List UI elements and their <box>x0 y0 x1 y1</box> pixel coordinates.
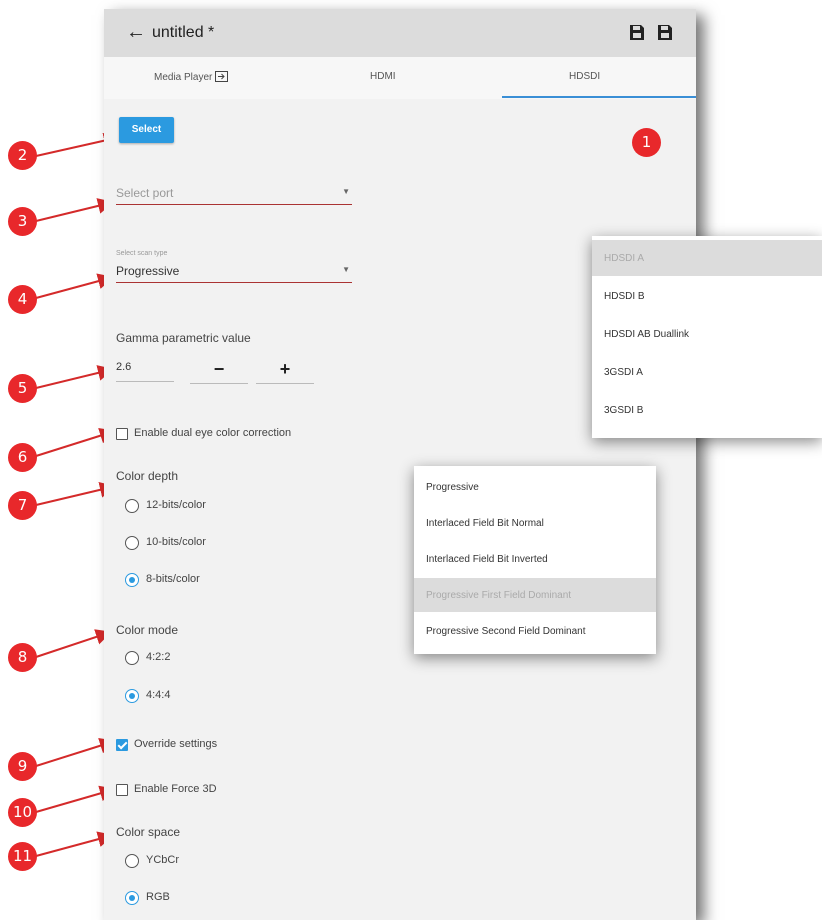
tab-media-player-label: Media Player <box>154 72 213 83</box>
callout-4: 4 <box>8 285 37 314</box>
radio-ycbcr[interactable] <box>125 854 139 868</box>
callout-1: 1 <box>632 128 661 157</box>
scan-type-dropdown: Progressive Interlaced Field Bit Normal … <box>414 466 656 654</box>
scan-type-label: Select scan type <box>116 250 168 257</box>
scan-option-progressive[interactable]: Progressive <box>414 470 656 504</box>
port-option-hdsdi-b[interactable]: HDSDI B <box>592 278 822 314</box>
callout-7: 7 <box>8 491 37 520</box>
callout-10: 10 <box>8 798 37 827</box>
open-external-icon <box>215 71 229 82</box>
radio-444[interactable] <box>125 689 139 703</box>
back-arrow-icon[interactable]: ← <box>126 21 146 44</box>
dual-eye-label: Enable dual eye color correction <box>134 427 292 439</box>
color-space-label: Color space <box>116 825 181 839</box>
settings-panel: ← untitled * Media Player HDMI HDSDI Sel… <box>104 9 696 920</box>
scan-type-value: Progressive <box>116 264 180 278</box>
radio-8-bits[interactable] <box>125 573 139 587</box>
scan-option-interlaced-normal[interactable]: Interlaced Field Bit Normal <box>414 506 656 540</box>
color-mode-label: Color mode <box>116 623 179 637</box>
dual-eye-checkbox[interactable] <box>116 428 128 440</box>
port-option-hdsdi-ab-duallink[interactable]: HDSDI AB Duallink <box>592 316 822 352</box>
document-title: untitled * <box>152 24 215 41</box>
scan-type-select[interactable]: Progressive ▼ <box>116 262 352 283</box>
radio-422[interactable] <box>125 651 139 665</box>
tab-hdsdi[interactable]: HDSDI <box>569 71 600 82</box>
callout-9: 9 <box>8 752 37 781</box>
increment-button[interactable]: + <box>256 359 314 384</box>
radio-8-bits-label: 8-bits/color <box>146 573 200 585</box>
port-dropdown: HDSDI A HDSDI B HDSDI AB Duallink 3GSDI … <box>592 236 822 438</box>
radio-rgb-label: RGB <box>146 891 170 903</box>
port-select[interactable]: Select port ▼ <box>116 184 352 205</box>
active-tab-indicator <box>502 96 696 98</box>
header-bar: ← untitled * <box>104 9 696 57</box>
radio-12-bits[interactable] <box>125 499 139 513</box>
gamma-input[interactable]: 2.6 <box>116 361 174 382</box>
override-checkbox[interactable] <box>116 739 128 751</box>
scan-option-progressive-second[interactable]: Progressive Second Field Dominant <box>414 614 656 648</box>
force3d-checkbox[interactable] <box>116 784 128 796</box>
select-button[interactable]: Select <box>119 117 174 143</box>
radio-444-label: 4:4:4 <box>146 689 171 701</box>
radio-10-bits-label: 10-bits/color <box>146 536 206 548</box>
port-option-3gsdi-b[interactable]: 3GSDI B <box>592 392 822 428</box>
scan-option-interlaced-inverted[interactable]: Interlaced Field Bit Inverted <box>414 542 656 576</box>
chevron-down-icon: ▼ <box>342 265 350 274</box>
callout-5: 5 <box>8 374 37 403</box>
chevron-down-icon: ▼ <box>342 187 350 196</box>
force3d-label: Enable Force 3D <box>134 783 217 795</box>
callout-8: 8 <box>8 643 37 672</box>
callout-11: 11 <box>8 842 37 871</box>
port-option-3gsdi-a[interactable]: 3GSDI A <box>592 354 822 390</box>
tab-bar: Media Player HDMI HDSDI <box>104 57 696 99</box>
save-as-icon[interactable] <box>657 24 673 41</box>
radio-rgb[interactable] <box>125 891 139 905</box>
gamma-label: Gamma parametric value <box>116 331 251 345</box>
radio-12-bits-label: 12-bits/color <box>146 499 206 511</box>
radio-422-label: 4:2:2 <box>146 651 171 663</box>
decrement-button[interactable]: − <box>190 359 248 384</box>
scan-option-progressive-first[interactable]: Progressive First Field Dominant <box>414 578 656 612</box>
tab-media-player[interactable]: Media Player <box>154 71 229 83</box>
override-label: Override settings <box>134 738 218 750</box>
radio-ycbcr-label: YCbCr <box>146 854 180 866</box>
callout-3: 3 <box>8 207 37 236</box>
callout-6: 6 <box>8 443 37 472</box>
color-depth-label: Color depth <box>116 469 179 483</box>
tab-hdmi[interactable]: HDMI <box>370 71 396 82</box>
radio-10-bits[interactable] <box>125 536 139 550</box>
callout-2: 2 <box>8 141 37 170</box>
port-option-hdsdi-a[interactable]: HDSDI A <box>592 240 822 276</box>
port-select-placeholder: Select port <box>116 186 174 200</box>
save-icon[interactable] <box>629 24 645 41</box>
